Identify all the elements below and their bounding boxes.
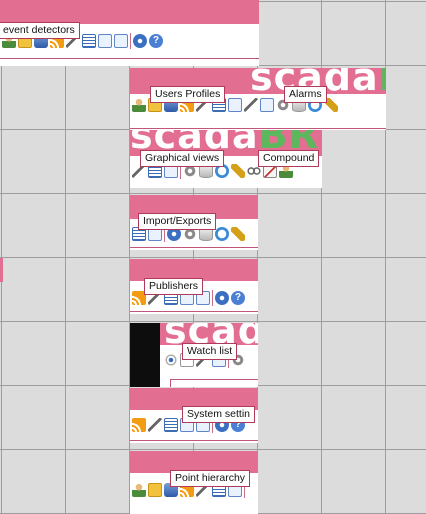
tooltip-event-detectors: event detectors xyxy=(0,22,80,39)
list-icon[interactable] xyxy=(82,34,96,48)
reload-icon[interactable] xyxy=(98,34,112,48)
tile-system-settings: ? System settin xyxy=(130,388,258,443)
tooltip-system-settings: System settin xyxy=(182,406,256,423)
tool-icon[interactable] xyxy=(148,418,162,432)
broom-icon[interactable] xyxy=(231,227,245,241)
edge-fragment xyxy=(0,258,3,282)
broom-icon[interactable] xyxy=(231,164,245,178)
tooltip-graphical-views: Graphical views xyxy=(140,150,225,167)
tile-event-detectors: ? event detectors xyxy=(0,0,259,66)
content-frame xyxy=(170,379,258,387)
stop-icon[interactable] xyxy=(133,34,147,48)
tile-graphical-views: scadaBR Graphical views Compound xyxy=(130,130,322,188)
tile-users-profiles: scadaBR Users Profiles Alarms xyxy=(130,68,386,130)
folder-icon[interactable] xyxy=(148,483,162,497)
tile-point-hierarchy: Point hierarchy xyxy=(130,451,258,514)
divider xyxy=(130,311,258,312)
help-icon[interactable]: ? xyxy=(149,34,163,48)
list-icon[interactable] xyxy=(164,418,178,432)
header-band xyxy=(0,0,259,24)
user-icon[interactable] xyxy=(132,98,146,112)
publisher-icon[interactable] xyxy=(132,418,146,432)
divider xyxy=(130,440,258,441)
tile-import-exports: Import/Exports xyxy=(130,195,258,250)
separator xyxy=(212,290,213,306)
tooltip-import-exports: Import/Exports xyxy=(138,213,217,230)
tile-publishers: ? Publishers xyxy=(130,259,258,314)
tile-watch-list: scadaBR Watch list xyxy=(130,323,258,387)
user-icon[interactable] xyxy=(132,483,146,497)
divider xyxy=(130,247,258,248)
tooltip-compound: Compound xyxy=(258,150,320,167)
help-icon[interactable]: ? xyxy=(231,291,245,305)
divider xyxy=(0,58,259,59)
separator xyxy=(130,33,131,49)
tool-icon[interactable] xyxy=(244,98,258,112)
tooltip-point-hierarchy: Point hierarchy xyxy=(170,470,251,487)
clock-icon[interactable] xyxy=(215,227,229,241)
reload-icon[interactable] xyxy=(260,98,274,112)
tooltip-alarms: Alarms xyxy=(284,86,327,103)
dark-panel xyxy=(130,323,160,387)
tooltip-watch-list: Watch list xyxy=(182,343,238,360)
divider xyxy=(130,128,386,129)
page-icon[interactable] xyxy=(228,98,242,112)
tooltip-publishers: Publishers xyxy=(144,278,204,295)
eye-icon[interactable] xyxy=(164,353,178,367)
tooltip-users-profiles: Users Profiles xyxy=(150,86,226,103)
page-icon[interactable] xyxy=(114,34,128,48)
stop-icon[interactable] xyxy=(215,291,229,305)
